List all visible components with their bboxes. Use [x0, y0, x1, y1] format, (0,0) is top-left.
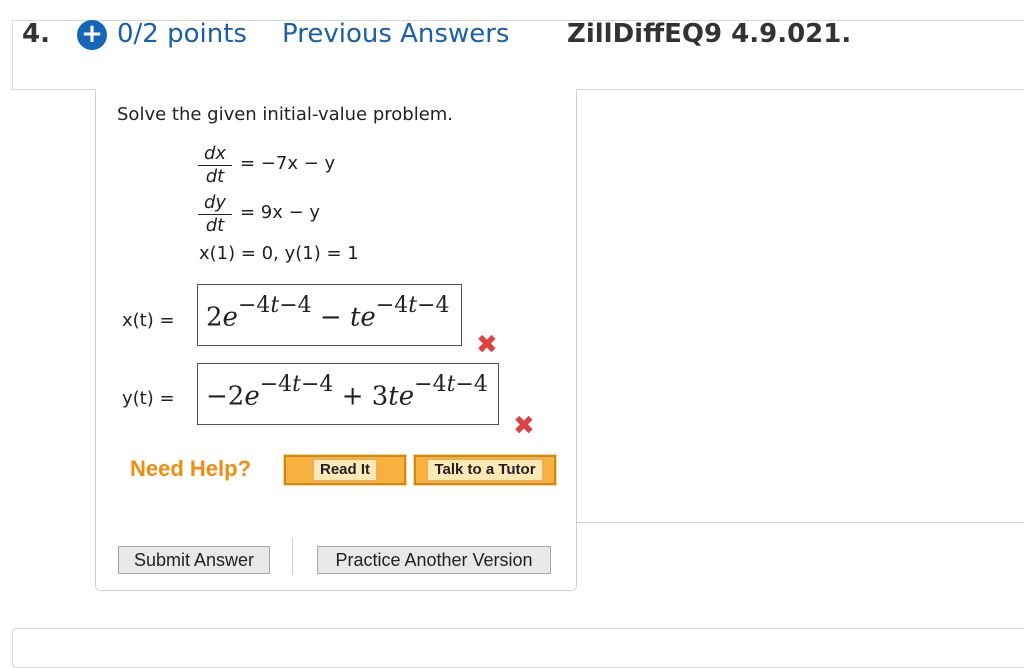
submit-answer-button[interactable]: Submit Answer — [118, 546, 270, 574]
eq1-denominator: dt — [205, 166, 225, 187]
plus-icon[interactable]: + — [77, 20, 107, 50]
previous-answers-link[interactable]: Previous Answers — [282, 19, 509, 49]
y-answer-label: y(t) = — [122, 388, 175, 409]
eq1-numerator: dx — [198, 143, 232, 166]
problem-prompt: Solve the given initial-value problem. — [117, 104, 454, 125]
x-answer-expression: 2e−4t−4 − te−4t−4 — [206, 293, 450, 333]
question-code: ZillDiffEQ9 4.9.021. — [567, 19, 852, 49]
y-answer-expression: −2e−4t−4 + 3te−4t−4 — [206, 372, 488, 412]
x-incorrect-icon: ✖ — [476, 330, 498, 360]
initial-conditions: x(1) = 0, y(1) = 1 — [199, 243, 359, 264]
talk-to-tutor-label: Talk to a Tutor — [427, 459, 543, 481]
button-separator — [292, 539, 293, 575]
talk-to-tutor-button[interactable]: Talk to a Tutor — [413, 454, 557, 486]
practice-another-version-button[interactable]: Practice Another Version — [317, 546, 551, 574]
y-answer-field[interactable]: −2e−4t−4 + 3te−4t−4 — [197, 363, 499, 425]
x-answer-label: x(t) = — [122, 310, 175, 331]
points-link[interactable]: 0/2 points — [117, 19, 247, 49]
x-answer-field[interactable]: 2e−4t−4 − te−4t−4 — [197, 284, 462, 346]
next-question-panel — [12, 628, 1024, 668]
read-it-button[interactable]: Read It — [283, 454, 407, 486]
question-number: 4. — [22, 19, 50, 49]
eq2-fraction: dy dt — [198, 192, 232, 237]
eq1-rhs: = −7x − y — [240, 153, 336, 174]
eq2-rhs: = 9x − y — [240, 202, 321, 223]
panel-divider — [576, 522, 1024, 523]
need-help-label: Need Help? — [130, 456, 252, 481]
eq2-denominator: dt — [205, 215, 225, 236]
eq2-numerator: dy — [198, 192, 232, 215]
eq1-fraction: dx dt — [198, 143, 232, 188]
read-it-label: Read It — [312, 459, 377, 481]
y-incorrect-icon: ✖ — [513, 411, 535, 441]
